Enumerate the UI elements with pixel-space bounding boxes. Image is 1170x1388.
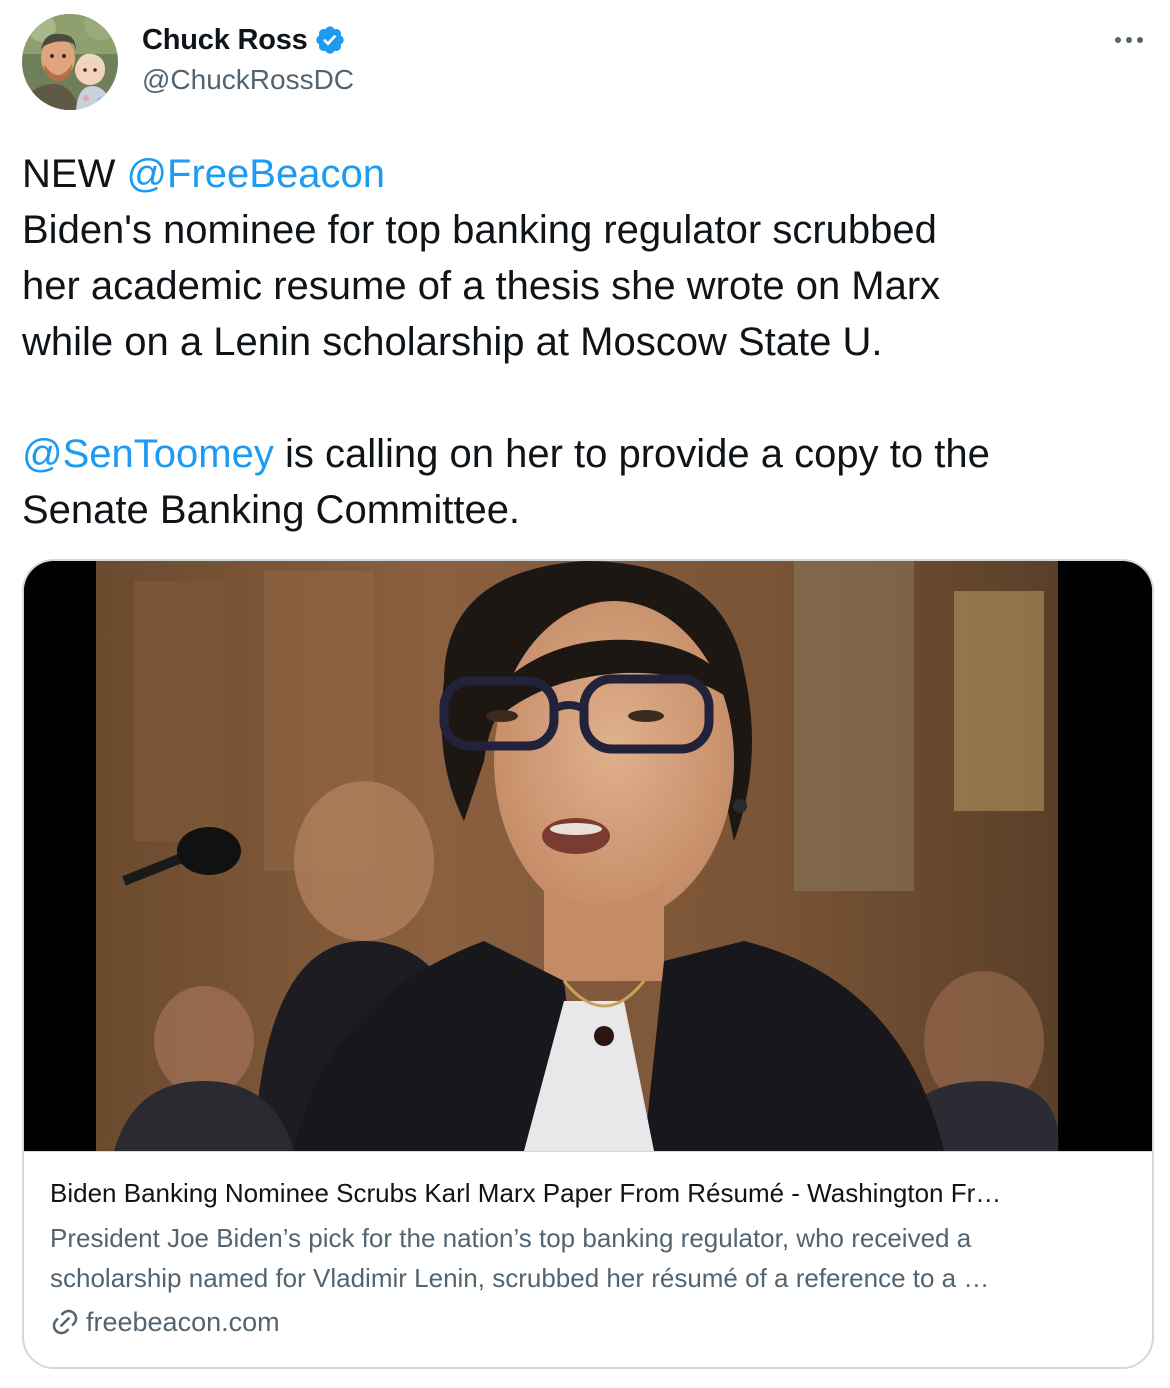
tweet-line-5: @SenToomey is calling on her to provide …: [22, 426, 1152, 482]
card-domain[interactable]: freebeacon.com: [86, 1307, 280, 1338]
tweet-line-4: while on a Lenin scholarship at Moscow S…: [22, 320, 883, 364]
card-description-line-2: scholarship named for Vladimir Lenin, sc…: [50, 1263, 990, 1293]
card-title[interactable]: Biden Banking Nominee Scrubs Karl Marx P…: [50, 1174, 1126, 1212]
link-preview-card[interactable]: Biden Banking Nominee Scrubs Karl Marx P…: [22, 559, 1154, 1369]
display-name[interactable]: Chuck Ross: [142, 24, 308, 57]
card-description-line-1: President Joe Biden’s pick for the natio…: [50, 1223, 972, 1253]
avatar[interactable]: [22, 14, 118, 110]
tweet-line-3: her academic resume of a thesis she wrot…: [22, 264, 941, 308]
mention-freebeacon-link[interactable]: @FreeBeacon: [126, 152, 385, 196]
tweet-line-1: NEW @FreeBeacon: [22, 146, 1152, 202]
tweet-paragraph-break: [22, 370, 1152, 426]
more-options-button[interactable]: [1104, 22, 1154, 58]
tweet-line-6: Senate Banking Committee.: [22, 488, 521, 532]
tweet-text: NEW @FreeBeacon Biden's nominee for top …: [22, 146, 1152, 538]
tweet-text-prefix: NEW: [22, 152, 127, 196]
link-icon: [50, 1307, 80, 1337]
card-description: President Joe Biden’s pick for the natio…: [50, 1218, 1126, 1298]
avatar-image: [22, 14, 118, 110]
card-meta[interactable]: Biden Banking Nominee Scrubs Karl Marx P…: [24, 1151, 1152, 1367]
tweet[interactable]: Chuck Ross @ChuckRossDC NEW @FreeBeacon …: [0, 0, 1170, 1388]
card-photo: [24, 561, 1152, 1151]
card-image[interactable]: [24, 561, 1152, 1151]
mention-sentoomey-link[interactable]: @SenToomey: [22, 432, 274, 476]
verified-badge-icon: [314, 24, 346, 56]
more-horizontal-icon: [1115, 37, 1143, 43]
tweet-line-2: Biden's nominee for top banking regulato…: [22, 208, 937, 252]
author-handle[interactable]: @ChuckRossDC: [142, 64, 354, 96]
author-name-row[interactable]: Chuck Ross: [142, 22, 346, 58]
tweet-line-5-text: is calling on her to provide a copy to t…: [273, 432, 990, 476]
card-domain-row[interactable]: freebeacon.com: [50, 1302, 1126, 1342]
